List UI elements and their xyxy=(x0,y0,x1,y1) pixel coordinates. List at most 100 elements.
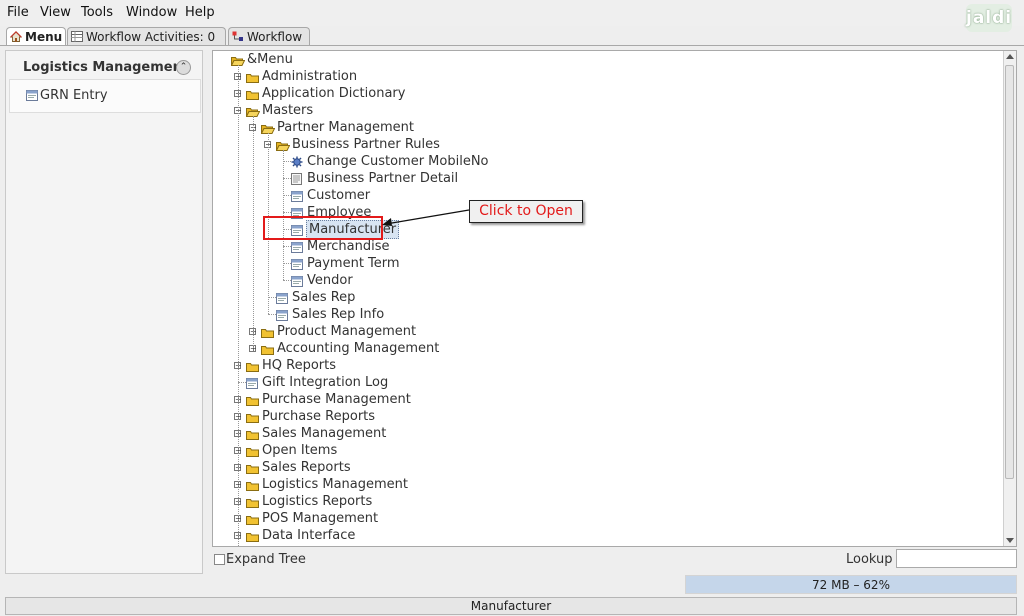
tree-item-label: POS Management xyxy=(262,511,379,526)
menu-bar: File View Tools Window Help jaldi xyxy=(0,0,1024,32)
menu-tree[interactable]: &Menu Administration + Application Dictiona… xyxy=(212,50,1017,547)
home-icon xyxy=(10,31,22,42)
expand-tree-checkbox[interactable] xyxy=(214,554,225,565)
menu-view[interactable]: View xyxy=(40,5,71,20)
sidebar-item-label: GRN Entry xyxy=(40,88,108,103)
menu-tools[interactable]: Tools xyxy=(81,5,113,20)
window-icon xyxy=(291,258,303,275)
sidebar-items: GRN Entry xyxy=(9,79,201,113)
tree-item-label: &Menu xyxy=(247,52,293,67)
tree-guide-line xyxy=(253,116,254,348)
tab-workflow[interactable]: Workflow xyxy=(228,27,310,45)
tree-item-label: Sales Management xyxy=(262,426,387,441)
menu-help[interactable]: Help xyxy=(185,5,215,20)
tree-item-label: Purchase Reports xyxy=(262,409,376,424)
window-icon xyxy=(291,190,303,207)
tree-connector xyxy=(283,178,291,179)
tree-connector xyxy=(238,382,246,383)
folder-icon xyxy=(246,71,259,88)
scroll-down-icon[interactable] xyxy=(1006,538,1014,543)
tree-guide-line xyxy=(283,150,284,280)
tree-item-label: Data Interface xyxy=(262,528,356,543)
tab-workflow-activities-label: Workflow Activities: 0 xyxy=(86,30,216,44)
highlight-box xyxy=(263,216,383,240)
workflow-icon xyxy=(232,31,243,41)
menu-window[interactable]: Window xyxy=(126,5,177,20)
tree-connector xyxy=(283,246,291,247)
tree-item-label: Sales Rep xyxy=(292,290,356,305)
tree-item-label: Product Management xyxy=(277,324,417,339)
window-icon xyxy=(26,90,38,101)
tree-connector xyxy=(283,280,291,281)
tree-item-label: Merchandise xyxy=(307,239,390,254)
tree-item-label: Open Items xyxy=(262,443,338,458)
folder-icon xyxy=(246,411,259,428)
folder-icon xyxy=(246,394,259,411)
tree-connector xyxy=(268,314,276,315)
tree-footer: Expand Tree Lookup xyxy=(212,549,1017,571)
menu-file[interactable]: File xyxy=(7,5,29,20)
folder-icon xyxy=(246,530,259,546)
table-icon xyxy=(71,31,83,42)
tree-item-label: Application Dictionary xyxy=(262,86,406,101)
callout-label: Click to Open xyxy=(469,200,583,223)
sidebar-title: Logistics Management xyxy=(23,60,189,75)
tree-connector xyxy=(283,195,291,196)
scrollbar-thumb[interactable] xyxy=(1005,65,1014,479)
tree-item-label: Gift Integration Log xyxy=(262,375,389,390)
sidebar-item-grn-entry[interactable]: GRN Entry xyxy=(26,88,108,103)
tree-item-label: Change Customer MobileNo xyxy=(307,154,489,169)
tab-strip: Menu Workflow Activities: 0 Workflow xyxy=(0,26,1024,46)
memory-indicator[interactable]: 72 MB – 62% xyxy=(685,575,1017,594)
folder-icon xyxy=(246,496,259,513)
tab-workflow-activities[interactable]: Workflow Activities: 0 xyxy=(67,27,226,45)
tree-guide-line xyxy=(238,65,239,546)
folder-icon xyxy=(246,462,259,479)
tree-connector xyxy=(283,212,291,213)
folder-icon xyxy=(261,326,274,343)
process-icon xyxy=(291,156,303,173)
tree-connector xyxy=(283,161,291,162)
folder-icon xyxy=(246,360,259,377)
tree-item-label: CMS xyxy=(262,544,291,546)
tree-connector xyxy=(283,263,291,264)
folder-icon xyxy=(246,428,259,445)
tree-item-label: Sales Rep Info xyxy=(292,307,385,322)
collapse-icon[interactable]: ⌃ xyxy=(176,60,191,75)
tree-item-label: Customer xyxy=(307,188,371,203)
tree-item-label: Logistics Management xyxy=(262,477,409,492)
expand-tree-label[interactable]: Expand Tree xyxy=(226,552,306,567)
tree-item-label: HQ Reports xyxy=(262,358,337,373)
status-bar: Manufacturer xyxy=(5,597,1017,615)
folder-icon xyxy=(246,445,259,462)
tab-workflow-label: Workflow xyxy=(247,30,303,44)
tree-item-label: Masters xyxy=(262,103,314,118)
window-icon xyxy=(291,241,303,258)
tree-item-label: Purchase Management xyxy=(262,392,411,407)
folder-icon xyxy=(246,88,259,105)
window-icon xyxy=(246,377,258,394)
tab-menu[interactable]: Menu xyxy=(6,27,66,46)
report-icon xyxy=(291,173,302,190)
tree-item-label: Business Partner Detail xyxy=(307,171,459,186)
window-icon xyxy=(276,292,288,309)
lookup-label: Lookup xyxy=(846,552,893,567)
tree-connector xyxy=(268,297,276,298)
tab-divider xyxy=(0,45,1024,46)
tree-item-label: Vendor xyxy=(307,273,353,288)
tree-item-label: Payment Term xyxy=(307,256,400,271)
tree-item-label: Partner Management xyxy=(277,120,415,135)
sidebar: Logistics Management ⌃ GRN Entry xyxy=(5,50,203,574)
sidebar-header: Logistics Management ⌃ xyxy=(9,54,199,78)
tree-item-label: Administration xyxy=(262,69,358,84)
tree-item-label: Sales Reports xyxy=(262,460,351,475)
tab-menu-label: Menu xyxy=(25,30,63,44)
folder-icon xyxy=(246,479,259,496)
tree-item-label: Logistics Reports xyxy=(262,494,373,509)
vertical-scrollbar[interactable] xyxy=(1003,51,1016,546)
lookup-input[interactable] xyxy=(896,549,1017,568)
scroll-up-icon[interactable] xyxy=(1006,54,1014,59)
tree-item-label: Business Partner Rules xyxy=(292,137,440,152)
tree-item-label: Accounting Management xyxy=(277,341,440,356)
folder-icon xyxy=(246,513,259,530)
